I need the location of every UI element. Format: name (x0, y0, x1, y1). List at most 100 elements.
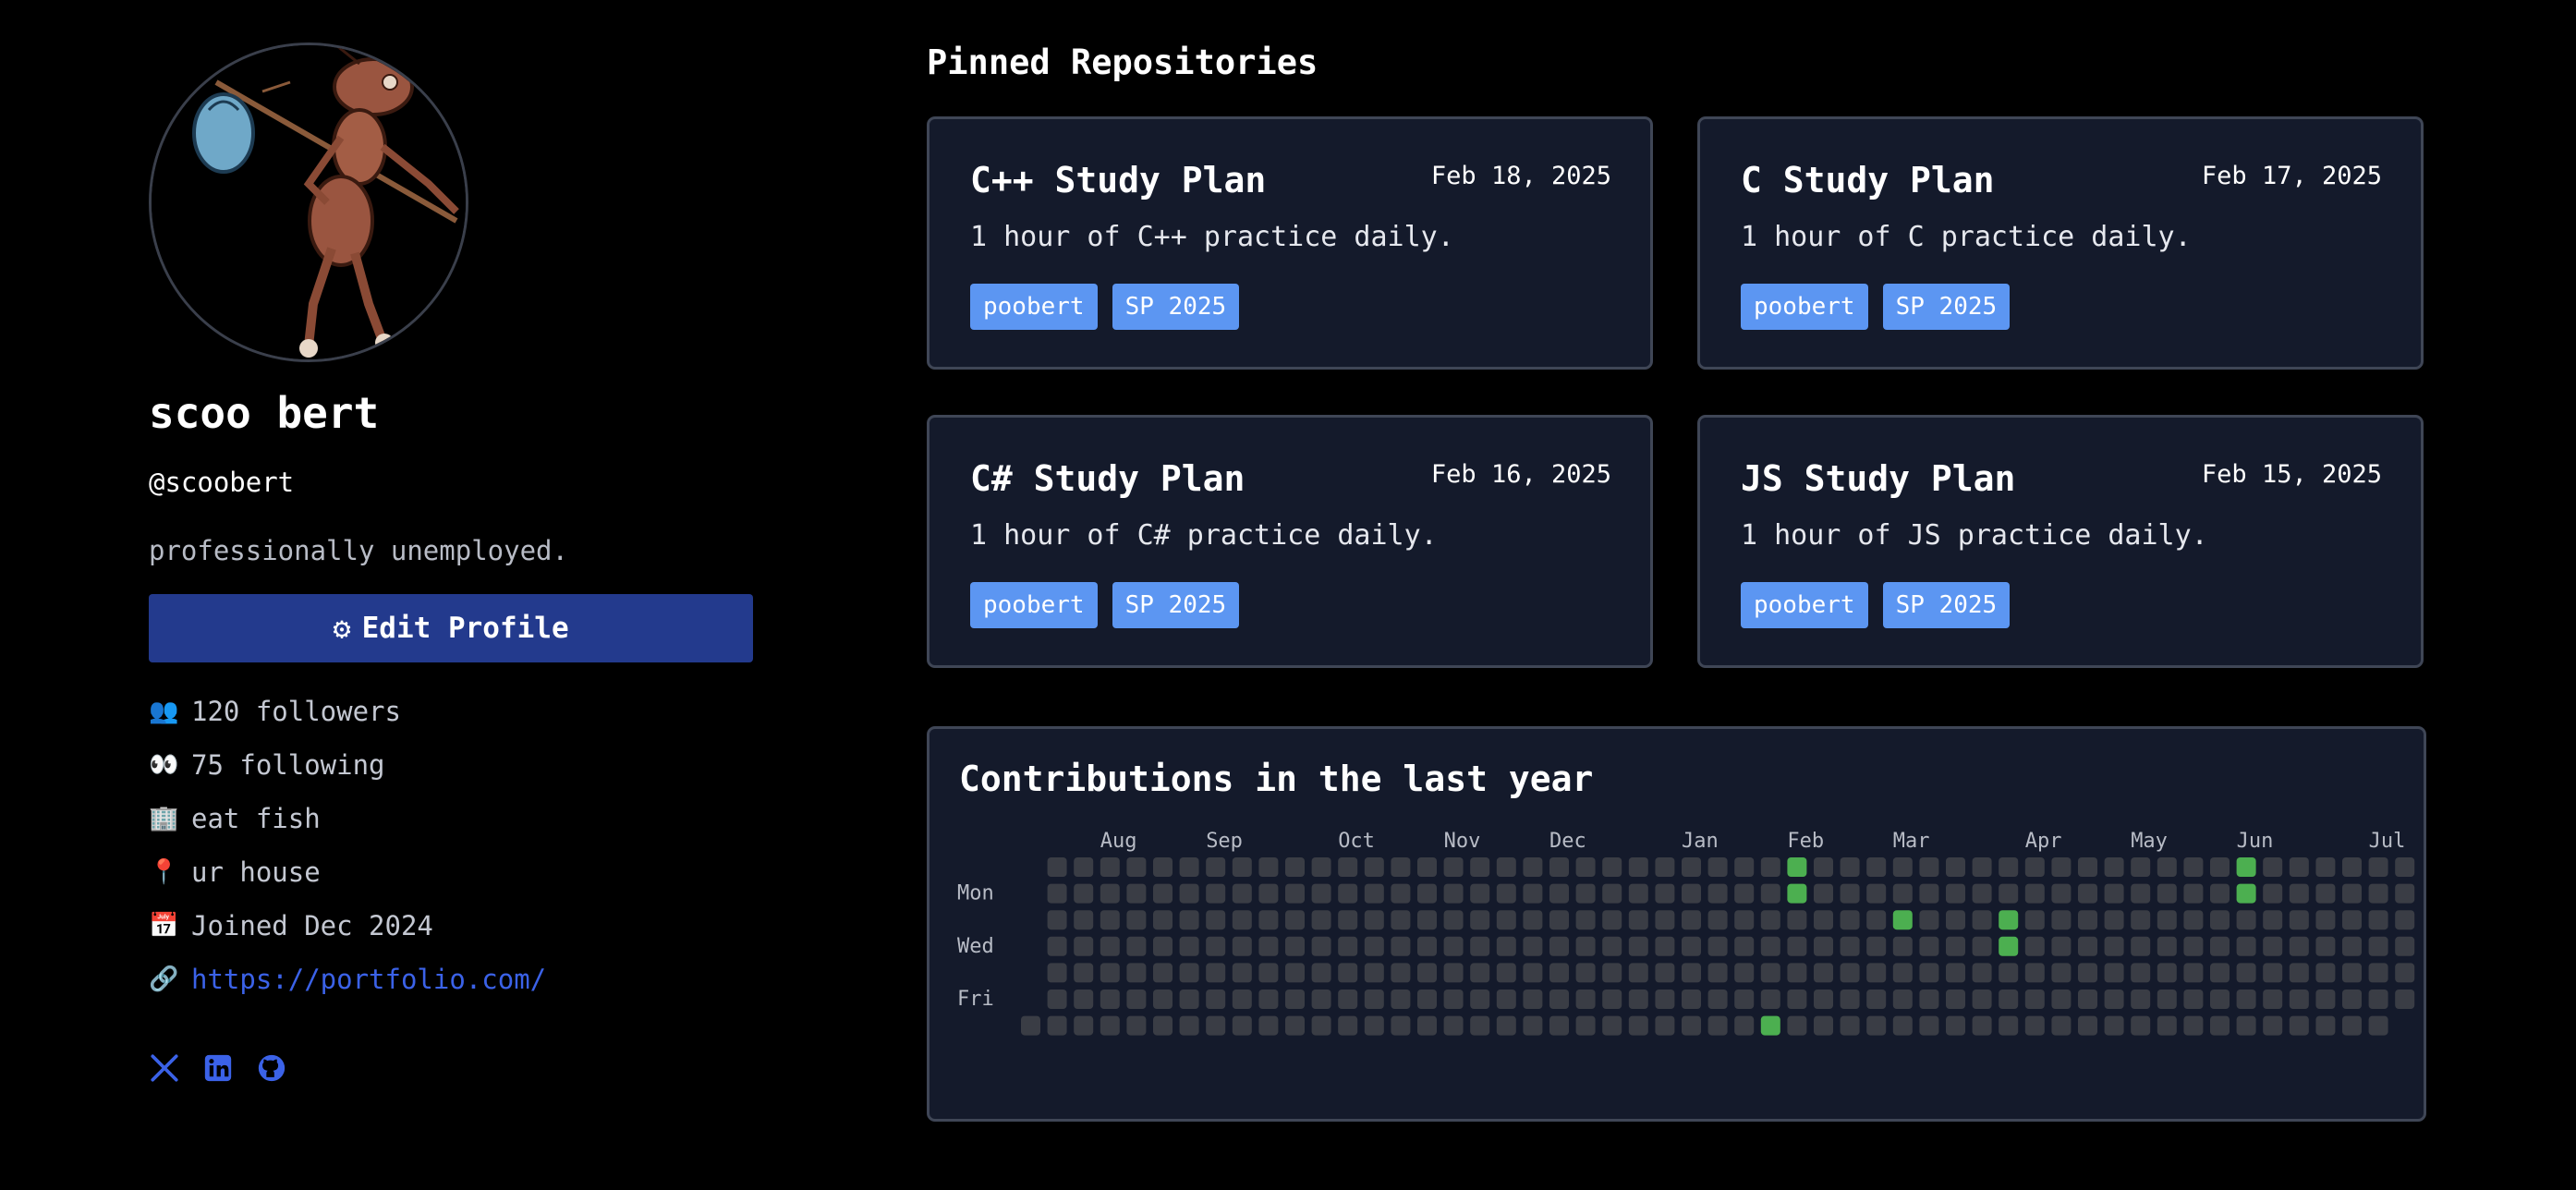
contribution-cell[interactable] (2104, 883, 2124, 904)
contribution-cell[interactable] (1628, 1015, 1648, 1036)
contribution-cell[interactable] (1575, 936, 1596, 956)
contribution-cell[interactable] (2104, 910, 2124, 930)
contribution-cell[interactable] (1074, 936, 1094, 956)
contribution-cell[interactable] (1734, 857, 1755, 877)
contribution-cell[interactable] (1919, 883, 1939, 904)
contribution-cell[interactable] (1946, 963, 1965, 983)
contribution-cell[interactable] (1760, 990, 1780, 1009)
contribution-cell[interactable] (2051, 1015, 2072, 1036)
contribution-cell[interactable] (1258, 963, 1279, 983)
linkedin-icon[interactable] (202, 1052, 234, 1084)
contribution-cell[interactable] (1153, 910, 1173, 930)
contribution-cell[interactable] (2236, 1015, 2256, 1036)
contribution-cell[interactable] (1628, 910, 1648, 930)
contribution-cell[interactable] (1787, 936, 1807, 956)
contribution-cell[interactable] (1074, 883, 1094, 904)
contribution-cell[interactable] (2183, 857, 2204, 877)
contribution-cell[interactable] (1892, 963, 1913, 983)
contribution-cell[interactable] (2263, 963, 2283, 983)
contribution-cell[interactable] (1814, 910, 1833, 930)
contribution-cell[interactable] (2368, 936, 2388, 956)
contribution-cell[interactable] (1919, 1015, 1939, 1036)
contribution-cell[interactable] (2395, 963, 2415, 983)
contribution-cell[interactable] (2263, 883, 2283, 904)
contribution-cell[interactable] (1628, 990, 1648, 1009)
contribution-cell[interactable] (1126, 936, 1147, 956)
contribution-cell[interactable] (1523, 883, 1543, 904)
contribution-cell[interactable] (1919, 936, 1939, 956)
contribution-cell[interactable] (1258, 1015, 1279, 1036)
contribution-cell[interactable] (1443, 1015, 1464, 1036)
contribution-cell[interactable] (1364, 936, 1384, 956)
contribution-cell[interactable] (1840, 910, 1860, 930)
contribution-cell[interactable] (1206, 1015, 1226, 1036)
x-icon[interactable] (149, 1052, 180, 1084)
contribution-cell[interactable] (1866, 963, 1887, 983)
contribution-cell[interactable] (1523, 990, 1543, 1009)
contribution-cell[interactable] (1179, 910, 1199, 930)
contribution-cell[interactable] (1892, 857, 1913, 877)
contribution-cell[interactable] (1074, 910, 1094, 930)
contribution-cell[interactable] (2236, 990, 2256, 1009)
contribution-cell[interactable] (1972, 1015, 1992, 1036)
contribution-cell[interactable] (1549, 963, 1569, 983)
contribution-cell[interactable] (1814, 883, 1833, 904)
repo-card[interactable]: C++ Study Plan Feb 18, 2025 1 hour of C+… (927, 116, 1653, 370)
contribution-cell[interactable] (2078, 857, 2097, 877)
contribution-cell[interactable] (1126, 1015, 1147, 1036)
contribution-cell[interactable] (2131, 936, 2151, 956)
contribution-cell[interactable] (1443, 936, 1464, 956)
website-link[interactable]: https://portfolio.com/ (191, 964, 546, 995)
contribution-cell[interactable] (1126, 857, 1147, 877)
contribution-cell[interactable] (1523, 910, 1543, 930)
contribution-cell[interactable] (2024, 1015, 2045, 1036)
repo-title[interactable]: C Study Plan (1741, 160, 1995, 200)
contribution-cell[interactable] (1391, 1015, 1411, 1036)
contribution-cell[interactable] (1047, 963, 1067, 983)
contribution-cell[interactable] (2051, 883, 2072, 904)
contribution-cell[interactable] (1311, 910, 1331, 930)
contribution-cell[interactable] (2368, 963, 2388, 983)
contribution-cell[interactable] (2078, 990, 2097, 1009)
contribution-cell[interactable] (1311, 990, 1331, 1009)
contribution-cell[interactable] (1549, 883, 1569, 904)
contribution-cell[interactable] (1602, 910, 1622, 930)
contribution-cell[interactable] (1707, 857, 1728, 877)
contribution-cell[interactable] (2289, 990, 2309, 1009)
contribution-cell[interactable] (2183, 883, 2204, 904)
contribution-cell[interactable] (2024, 936, 2045, 956)
contribution-cell[interactable] (2131, 1015, 2151, 1036)
contribution-cell[interactable] (1628, 963, 1648, 983)
contribution-cell[interactable] (2395, 857, 2415, 877)
contribution-cell[interactable] (2315, 1015, 2336, 1036)
contribution-cell[interactable] (1391, 990, 1411, 1009)
contribution-cell[interactable] (2157, 936, 2177, 956)
contribution-cell[interactable] (2289, 910, 2309, 930)
contribution-cell[interactable] (2131, 857, 2151, 877)
contribution-cell[interactable] (1100, 883, 1120, 904)
contribution-cell[interactable] (2263, 990, 2283, 1009)
contribution-cell[interactable] (2342, 963, 2362, 983)
contribution-cell[interactable] (1787, 963, 1807, 983)
contribution-cell[interactable] (1946, 857, 1965, 877)
contribution-cell[interactable] (1364, 910, 1384, 930)
contribution-cell[interactable] (1443, 883, 1464, 904)
contribution-cell[interactable] (1391, 936, 1411, 956)
contribution-cell[interactable] (2104, 857, 2124, 877)
contribution-cell[interactable] (2342, 883, 2362, 904)
contribution-cell[interactable] (1972, 936, 1992, 956)
contribution-cell[interactable] (1682, 963, 1701, 983)
contribution-cell[interactable] (1496, 857, 1516, 877)
contribution-cell[interactable] (1417, 990, 1437, 1009)
contribution-cell[interactable] (1972, 910, 1992, 930)
contribution-cell[interactable] (2315, 990, 2336, 1009)
contribution-cell[interactable] (1153, 963, 1173, 983)
contribution-cell[interactable] (2157, 990, 2177, 1009)
github-icon[interactable] (256, 1052, 287, 1084)
contribution-cell[interactable] (2210, 883, 2230, 904)
contribution-cell[interactable] (1682, 883, 1701, 904)
repo-tag[interactable]: poobert (1741, 582, 1868, 628)
contribution-cell[interactable] (2342, 936, 2362, 956)
contribution-cell[interactable] (1919, 910, 1939, 930)
contribution-cell[interactable] (1206, 936, 1226, 956)
